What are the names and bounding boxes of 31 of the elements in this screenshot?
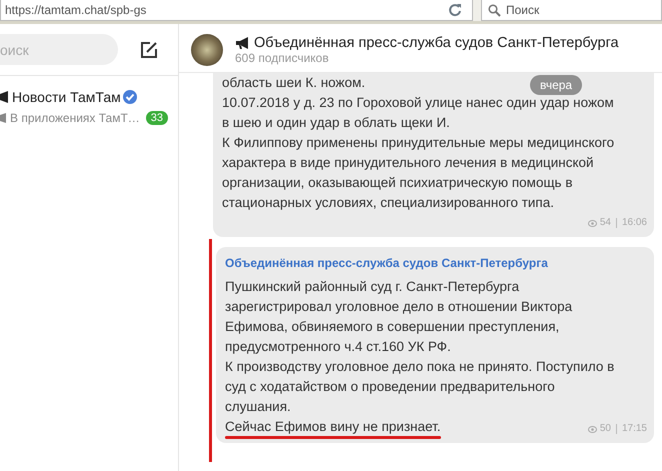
- message-text: К производству уголовное дело пока не принято. Поступило в суд с ходатайством о проведении предварительного слушания.: [225, 358, 616, 416]
- message-time: 16:06: [622, 216, 647, 230]
- channel-title: Объединённая пресс-служба судов Санкт-Петербурга: [254, 35, 619, 51]
- search-icon: [488, 4, 501, 17]
- megaphone-icon: [0, 112, 6, 122]
- megaphone-icon: [0, 90, 8, 102]
- verified-icon: [122, 90, 137, 104]
- reload-icon[interactable]: [448, 3, 462, 17]
- compose-icon[interactable]: [140, 40, 158, 58]
- view-count: 50: [600, 422, 611, 436]
- message-preview: В приложениях ТамТ…: [10, 110, 141, 124]
- address-bar[interactable]: https://tamtam.chat/spb-gs: [0, 0, 473, 21]
- message-text: Сейчас Ефимов вину не признает.: [225, 418, 441, 436]
- channel-avatar: [191, 34, 223, 66]
- eye-icon: [588, 220, 597, 226]
- megaphone-icon: [235, 36, 250, 50]
- message-text: К Филиппову применены принудительные меры медицинского характера в виде принудительного лечения в медицинской организации, оказывающей психиатрическую помощь в стационарных условиях, специализированного типа.: [222, 134, 616, 212]
- unread-badge: 33: [146, 110, 168, 124]
- message-text: Пушкинский районный суд г. Санкт-Петербурга зарегистрировал уголовное дело в отношении Виктора Ефимова, обвиняемого в совершении преступления, предусмотренного ч.4 ст.160 УК РФ.: [225, 278, 574, 356]
- browser-search-field[interactable]: Поиск: [481, 0, 662, 21]
- author-name[interactable]: Объединённая пресс-служба судов Санкт-Петербурга: [225, 253, 647, 273]
- chat-item[interactable]: Новости ТамТам В приложениях ТамТ… 33: [0, 76, 178, 128]
- eye-icon: [588, 426, 597, 432]
- date-badge: вчера: [530, 75, 582, 95]
- search-field[interactable]: оиск: [0, 34, 118, 65]
- message-text: область шеи К. ножом.: [222, 74, 366, 92]
- view-count: 54: [600, 216, 611, 230]
- message-text: 10.07.2018 у д. 23 по Гороховой улице нанес один удар ножом в шею и один удар в облать щеки И.: [222, 94, 615, 132]
- chat-title: Новости ТамТам: [12, 88, 121, 104]
- message-time: 17:15: [622, 422, 647, 436]
- subscriber-count: 609 подписчиков: [235, 51, 330, 65]
